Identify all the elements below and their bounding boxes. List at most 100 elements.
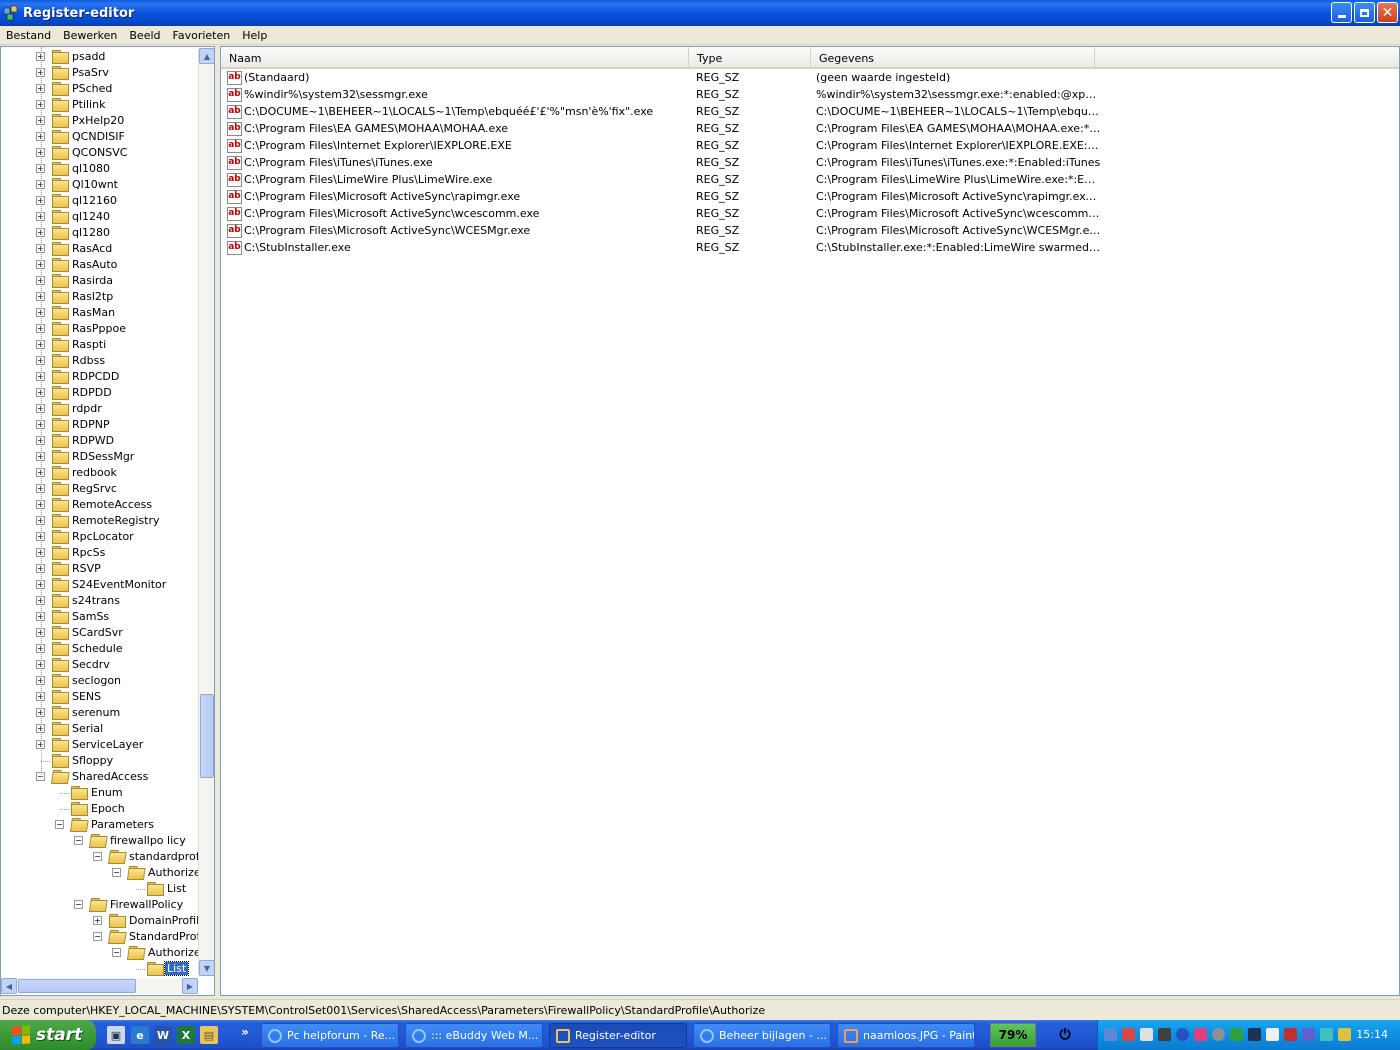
tree-node[interactable]: + PxHelp20 [1,113,197,129]
list-row[interactable]: ab (Standaard) REG_SZ (geen waarde ingestel… [221,69,1101,86]
tree-node[interactable]: + RasAcd [1,241,197,257]
quicklaunch-ie-icon[interactable]: e [131,1026,149,1044]
task-ebuddy[interactable]: ::: eBuddy Web M... [405,1023,543,1048]
tree-node[interactable]: + RpcSs [1,545,197,561]
collapse-minus-icon[interactable]: − [112,868,121,877]
clock[interactable]: 15:14 [1356,1028,1388,1041]
tree-node[interactable]: − Authorizec [1,865,207,881]
update-icon[interactable] [1230,1028,1243,1041]
tree-node[interactable]: + ql1280 [1,225,197,241]
tree-node[interactable]: + PSched [1,81,197,97]
column-naam[interactable]: Naam [221,47,689,69]
tree-node[interactable]: − SharedAccess [1,769,197,785]
tree-node[interactable]: + RemoteAccess [1,497,197,513]
security-icon[interactable] [1122,1028,1135,1041]
tree-hscroll-thumb[interactable] [18,979,136,993]
tree-node[interactable]: + RDPNP [1,417,197,433]
volume-icon[interactable] [1140,1028,1153,1041]
title-bar[interactable]: Register-editor ✕ [0,0,1400,26]
list-row[interactable]: ab C:\Program Files\EA GAMES\MOHAA\MOHAA.… [221,120,1101,137]
tree-node[interactable]: + QCONSVC [1,145,197,161]
list-row[interactable]: ab C:\StubInstaller.exe REG_SZ C:\StubInsta… [221,239,1101,256]
quicklaunch-desktop-icon[interactable]: ▣ [107,1026,125,1044]
tree-node[interactable]: + RSVP [1,561,197,577]
list-row[interactable]: ab C:\Program Files\Microsoft ActiveSync\… [221,222,1101,239]
collapse-minus-icon[interactable]: − [112,948,121,957]
tree-node[interactable]: Epoch [1,801,197,817]
menu-beeld[interactable]: Beeld [123,29,166,42]
column-type[interactable]: Type [689,47,811,69]
power-plug-icon[interactable]: ⏻ [1056,1026,1074,1044]
tree-node[interactable]: + SENS [1,689,197,705]
tree-node[interactable]: + rdpdr [1,401,197,417]
collapse-minus-icon[interactable]: − [74,900,83,909]
signal-icon[interactable] [1266,1028,1279,1041]
task-register-editor[interactable]: Register-editor [549,1023,687,1048]
tree-node[interactable]: Sfloppy [1,753,197,769]
registry-tree[interactable]: + psadd + PsaSrv + PSched + Ptilink + PxHelp20 + QC… [0,46,215,996]
messenger-icon[interactable] [1194,1028,1207,1041]
tree-horizontal-scrollbar[interactable]: ◀ ▶ [1,978,198,994]
tree-node[interactable]: + RDPCDD [1,369,197,385]
task-beheer-bijlagen[interactable]: Beheer bijlagen - ... [693,1023,831,1048]
battery-indicator[interactable]: 79% [990,1023,1036,1047]
tree-vertical-scrollbar[interactable]: ▲ ▼ [198,48,214,976]
tree-node[interactable]: + ql12160 [1,193,197,209]
menu-favorieten[interactable]: Favorieten [167,29,237,42]
tree-node[interactable]: + RDPWD [1,433,197,449]
tree-node[interactable]: + Serial [1,721,197,737]
tree-node[interactable]: + Rasirda [1,273,197,289]
tree-node[interactable]: List [1,961,197,977]
menu-bewerken[interactable]: Bewerken [57,29,123,42]
settings-icon[interactable] [1212,1028,1225,1041]
quicklaunch-excel-icon[interactable]: X [177,1026,195,1044]
scroll-right-arrow[interactable]: ▶ [182,978,198,994]
quicklaunch-more-chevron-icon[interactable]: » [236,1023,254,1041]
quicklaunch-word-icon[interactable]: W [154,1026,172,1044]
tree-node[interactable]: + Rdbss [1,353,197,369]
tree-node[interactable]: + redbook [1,465,197,481]
menu-help[interactable]: Help [236,29,273,42]
start-button[interactable]: start [0,1020,96,1050]
device-icon[interactable] [1158,1028,1171,1041]
tree-node[interactable]: − StandardProfil [1,929,206,945]
tree-node[interactable]: − standardprofil [1,849,206,865]
tree-node[interactable]: + SCardSvr [1,625,197,641]
network-icon[interactable] [1104,1028,1117,1041]
tree-node[interactable]: + QCNDISIF [1,129,197,145]
tree-node[interactable]: + RasPppoe [1,321,197,337]
list-row[interactable]: ab C:\Program Files\Microsoft ActiveSync\… [221,205,1101,222]
menu-bestand[interactable]: Bestand [0,29,57,42]
sync-icon[interactable] [1320,1028,1333,1041]
tree-node[interactable]: + Secdrv [1,657,197,673]
tree-node[interactable]: + serenum [1,705,197,721]
collapse-minus-icon[interactable]: − [93,852,102,861]
antivirus-icon[interactable] [1284,1028,1297,1041]
tree-node[interactable]: + psadd [1,49,197,65]
collapse-minus-icon[interactable]: − [55,820,64,829]
tree-node[interactable]: − Parameters [1,817,197,833]
task-paint[interactable]: naamloos.JPG - Paint [837,1023,975,1048]
quicklaunch-explorer-icon[interactable]: ▤ [200,1026,218,1044]
collapse-minus-icon[interactable]: − [93,932,102,941]
tree-node[interactable]: + s24trans [1,593,197,609]
tree-node[interactable]: + S24EventMonitor [1,577,197,593]
minimize-button[interactable] [1331,2,1352,23]
list-row[interactable]: ab C:\Program Files\Microsoft ActiveSync\… [221,188,1101,205]
tree-node[interactable]: + ql1240 [1,209,197,225]
restore-button[interactable] [1354,2,1375,23]
tree-node[interactable]: + RasAuto [1,257,197,273]
tree-node[interactable]: + PsaSrv [1,65,197,81]
bluetooth-icon[interactable] [1176,1028,1189,1041]
scroll-up-arrow[interactable]: ▲ [199,48,214,64]
display-icon[interactable] [1302,1028,1315,1041]
tree-node[interactable]: + Ptilink [1,97,197,113]
tree-node[interactable]: + ServiceLayer [1,737,197,753]
column-gegevens[interactable]: Gegevens [811,47,1095,69]
collapse-minus-icon[interactable]: − [74,836,83,845]
tree-node[interactable]: + seclogon [1,673,197,689]
tree-node[interactable]: + RpcLocator [1,529,197,545]
tree-node[interactable]: List [1,881,197,897]
monitor-icon[interactable] [1248,1028,1261,1041]
expand-plus-icon[interactable]: + [93,916,102,925]
